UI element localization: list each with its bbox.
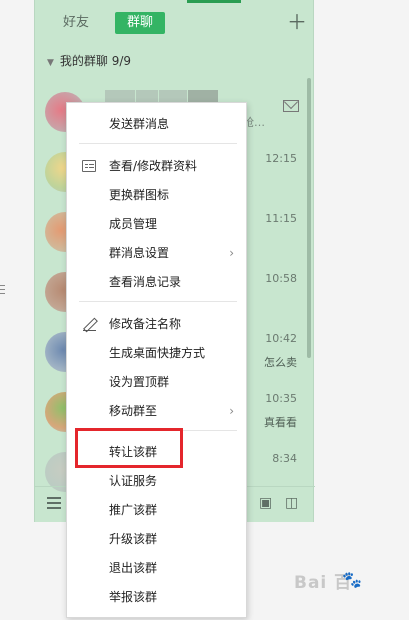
chevron-right-icon: › bbox=[229, 246, 234, 260]
add-plus-icon[interactable]: ＋ bbox=[287, 12, 307, 32]
menu-item-label: 群消息设置 bbox=[109, 246, 170, 260]
chevron-down-icon: ▼ bbox=[47, 58, 54, 68]
row-preview-text: 怎么卖 bbox=[264, 356, 297, 369]
row-time: 8:34 bbox=[272, 452, 297, 465]
menu-item-label: 查看消息记录 bbox=[109, 275, 182, 289]
profile-card-icon bbox=[82, 160, 96, 172]
paw-icon: 🐾 bbox=[342, 570, 362, 589]
menu-item-label: 发送群消息 bbox=[109, 117, 170, 131]
menu-item-view-group-info[interactable]: 查看/修改群资料 bbox=[67, 152, 248, 181]
menu-item-label: 修改备注名称 bbox=[109, 317, 182, 331]
menu-item-label: 移动群至 bbox=[109, 404, 158, 418]
menu-item-label: 成员管理 bbox=[109, 217, 158, 231]
menu-item-label: 举报该群 bbox=[109, 590, 158, 604]
row-time: 12:15 bbox=[265, 152, 297, 165]
menu-item-report-group[interactable]: 举报该群 bbox=[67, 583, 248, 612]
menu-item-label: 设为置顶群 bbox=[109, 375, 170, 389]
menu-item-label: 生成桌面快捷方式 bbox=[109, 346, 206, 360]
tab-groups[interactable]: 群聊 bbox=[115, 12, 165, 34]
menu-separator bbox=[79, 143, 237, 144]
group-section-title: 我的群聊 9/9 bbox=[59, 54, 132, 68]
menu-item-upgrade-group[interactable]: 升级该群 bbox=[67, 525, 248, 554]
menu-item-move-group[interactable]: 移动群至 › bbox=[67, 397, 248, 426]
scrollbar[interactable] bbox=[307, 78, 311, 358]
row-time: 10:42 bbox=[265, 332, 297, 345]
menu-item-edit-remark[interactable]: 修改备注名称 bbox=[67, 310, 248, 339]
menu-item-label: 推广该群 bbox=[109, 503, 158, 517]
background-edge-marks bbox=[0, 285, 6, 297]
tab-bar: 好友 群聊 ＋ bbox=[35, 6, 315, 38]
menu-item-label: 升级该群 bbox=[109, 532, 158, 546]
menu-item-label: 更换群图标 bbox=[109, 188, 170, 202]
menu-item-promote-group[interactable]: 推广该群 bbox=[67, 496, 248, 525]
app-box-icon[interactable]: ▣ bbox=[259, 495, 272, 511]
menu-item-view-history[interactable]: 查看消息记录 bbox=[67, 268, 248, 297]
tab-friends[interactable]: 好友 bbox=[63, 12, 89, 34]
row-preview-text: 真看看 bbox=[264, 416, 297, 429]
baidu-watermark: Bai 百 🐾 bbox=[292, 566, 402, 606]
main-menu-icon[interactable] bbox=[47, 497, 61, 512]
menu-item-member-management[interactable]: 成员管理 bbox=[67, 210, 248, 239]
menu-item-change-group-icon[interactable]: 更换群图标 bbox=[67, 181, 248, 210]
highlight-annotation-box bbox=[75, 428, 183, 468]
chevron-right-icon: › bbox=[229, 404, 234, 418]
menu-separator bbox=[79, 301, 237, 302]
menu-item-quit-group[interactable]: 退出该群 bbox=[67, 554, 248, 583]
mail-icon[interactable] bbox=[283, 100, 299, 112]
menu-item-label: 查看/修改群资料 bbox=[109, 159, 198, 173]
pen-icon bbox=[82, 318, 96, 331]
menu-item-message-settings[interactable]: 群消息设置 › bbox=[67, 239, 248, 268]
group-section-header[interactable]: ▼ 我的群聊 9/9 bbox=[47, 52, 131, 70]
menu-item-certification[interactable]: 认证服务 bbox=[67, 467, 248, 496]
active-tab-indicator bbox=[187, 0, 241, 3]
row-time: 10:35 bbox=[265, 392, 297, 405]
menu-item-label: 退出该群 bbox=[109, 561, 158, 575]
menu-item-send-group-message[interactable]: 发送群消息 bbox=[67, 110, 248, 139]
group-context-menu: 发送群消息 查看/修改群资料 更换群图标 成员管理 群消息设置 › 查看消息记录 … bbox=[66, 102, 247, 618]
row-time: 10:58 bbox=[265, 272, 297, 285]
apps-grid-icon[interactable]: ◫ bbox=[285, 495, 298, 511]
row-time: 11:15 bbox=[265, 212, 297, 225]
menu-item-pin-group[interactable]: 设为置顶群 bbox=[67, 368, 248, 397]
menu-item-label: 认证服务 bbox=[109, 474, 158, 488]
menu-item-desktop-shortcut[interactable]: 生成桌面快捷方式 bbox=[67, 339, 248, 368]
